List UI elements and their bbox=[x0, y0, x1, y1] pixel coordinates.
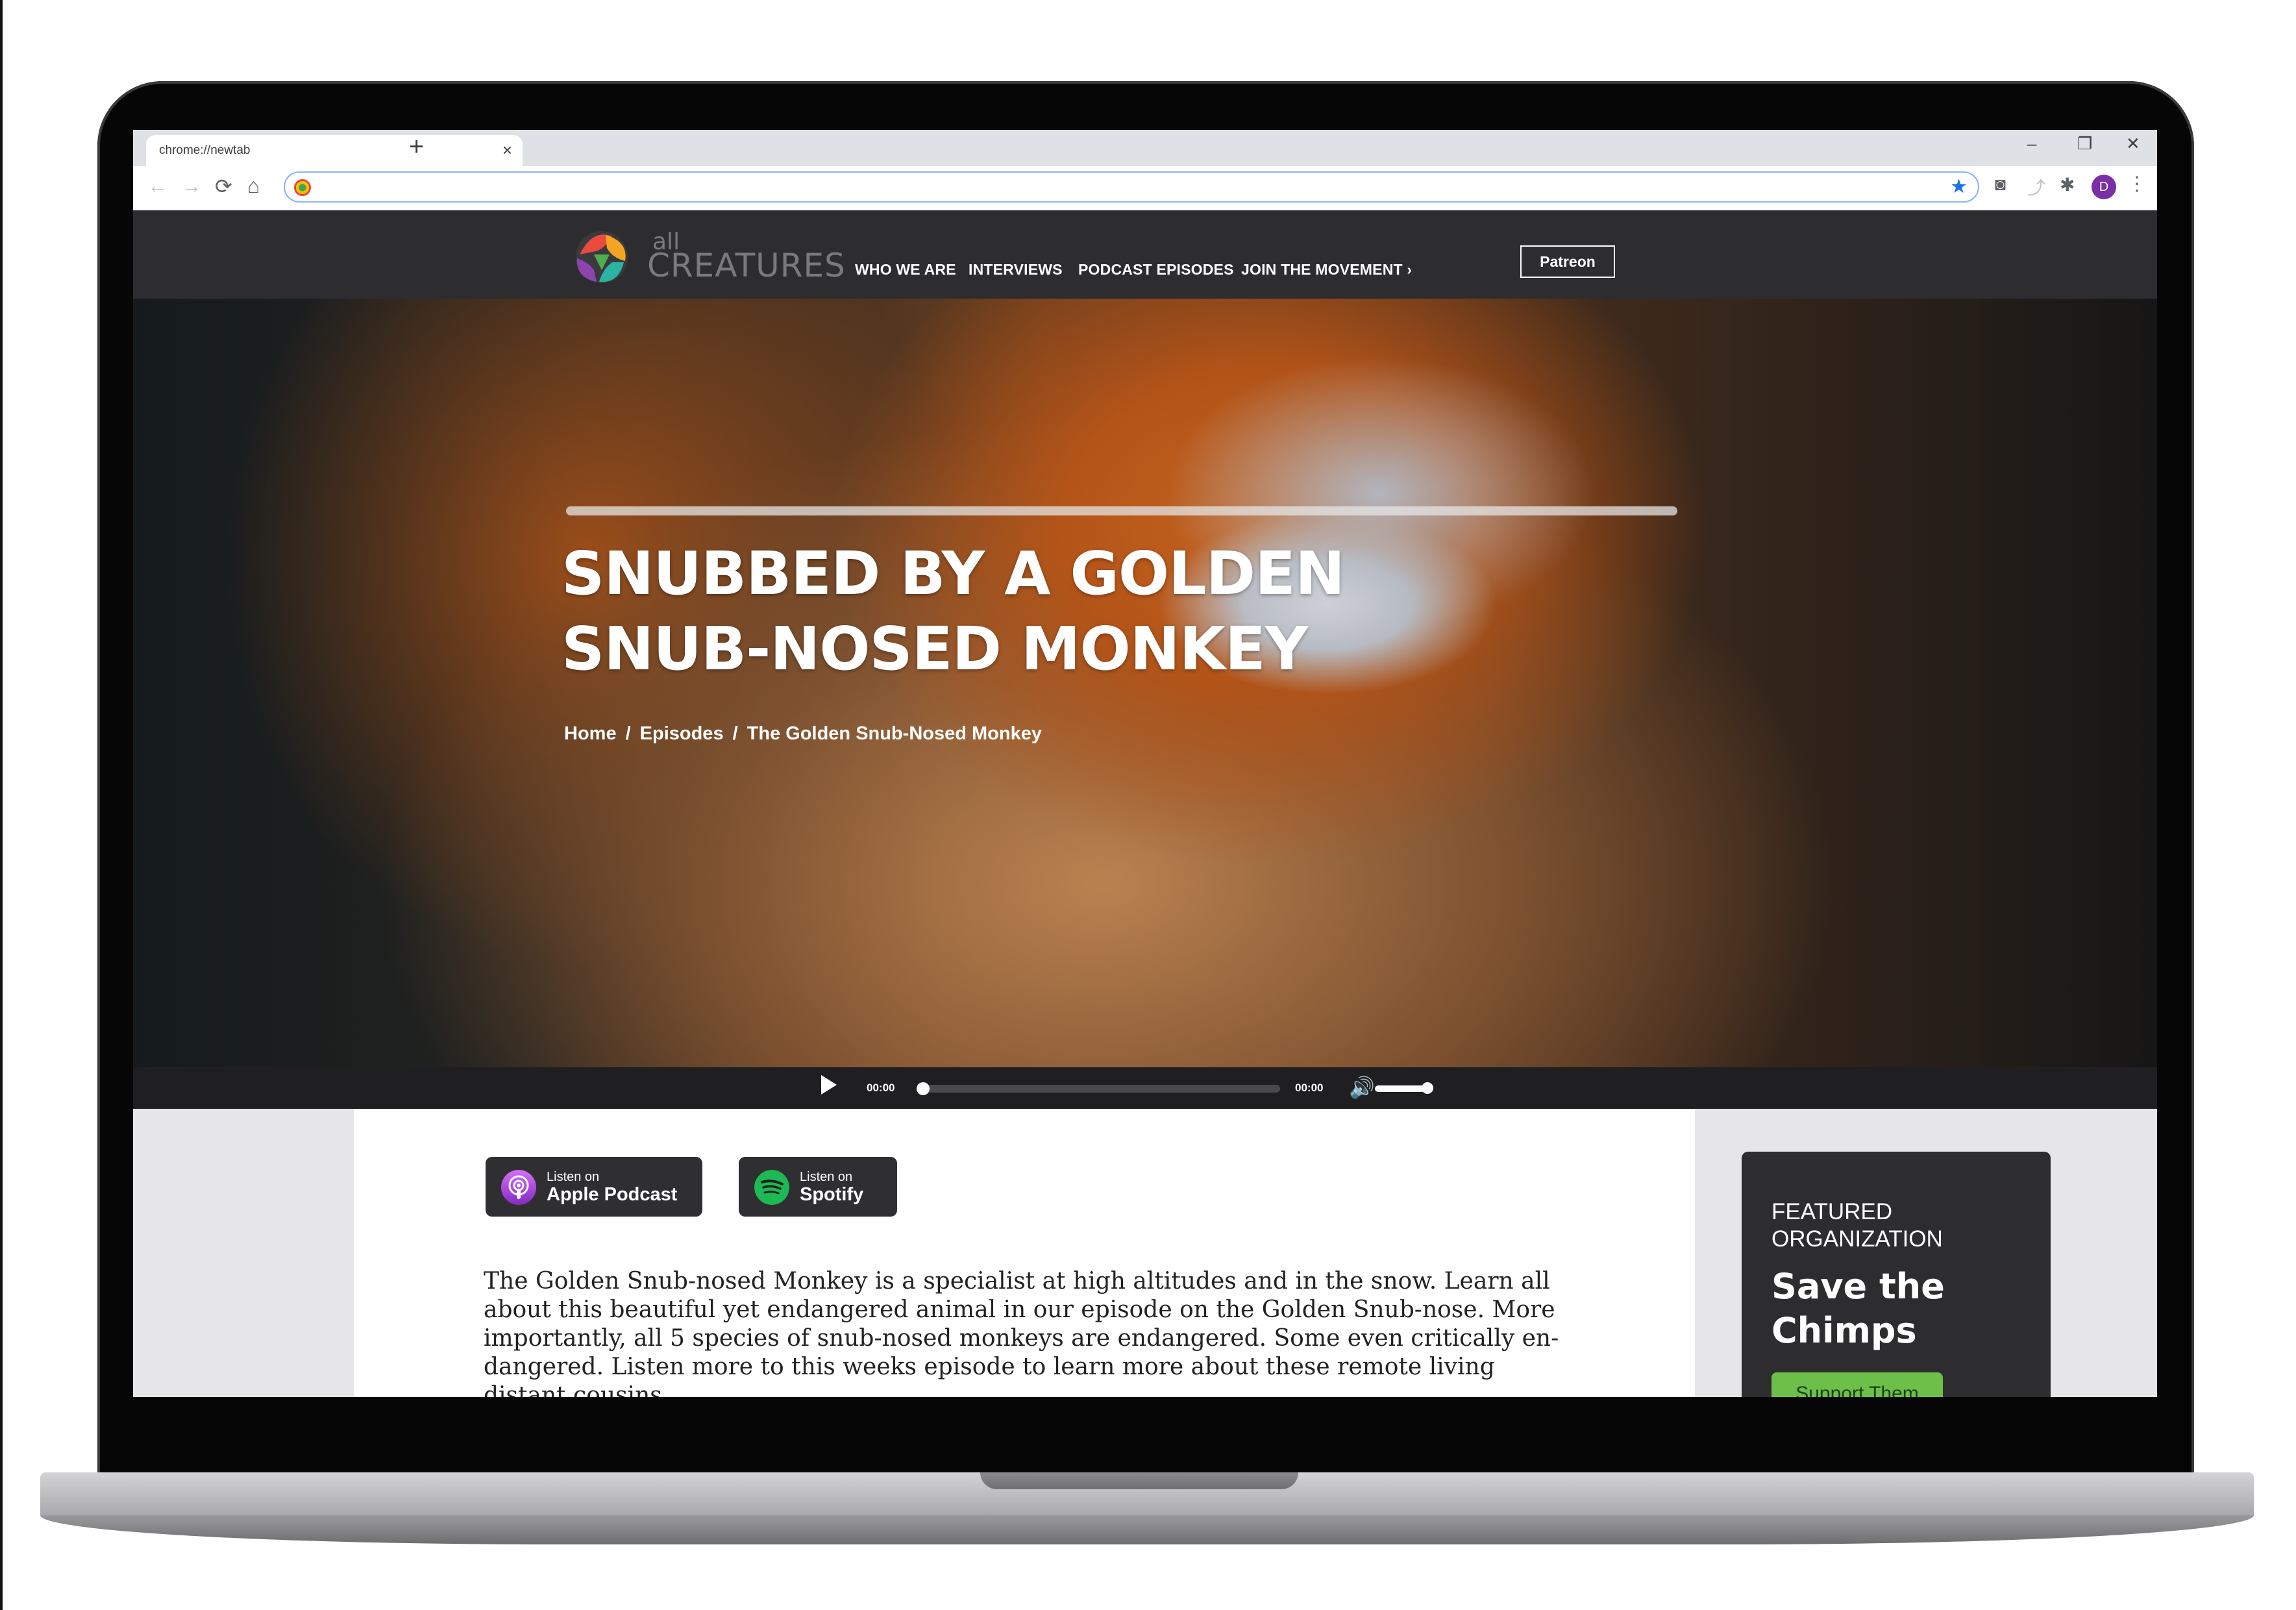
nav-podcast-episodes[interactable]: PODCAST EPISODES bbox=[1078, 261, 1234, 279]
duration: 00:00 bbox=[1295, 1082, 1324, 1094]
support-them-button[interactable]: Support Them bbox=[1771, 1372, 1943, 1397]
address-input[interactable] bbox=[321, 177, 1921, 199]
back-icon[interactable]: ← bbox=[147, 174, 168, 198]
browser-tab-bar: chrome://newtab × + – ❐ ✕ bbox=[133, 130, 2157, 166]
home-icon[interactable]: ⌂ bbox=[247, 174, 260, 198]
bookmark-star-icon[interactable]: ★ bbox=[1950, 175, 1968, 198]
featured-organization-card: FEATURED ORGANIZATION Save the Chimps Su… bbox=[1742, 1152, 2051, 1397]
spotify-label: Spotify bbox=[800, 1184, 864, 1205]
apple-listen-on: Listen on bbox=[547, 1170, 600, 1184]
volume-slider[interactable] bbox=[1375, 1082, 1433, 1094]
seek-bar[interactable] bbox=[917, 1082, 1280, 1095]
tab-title: chrome://newtab bbox=[159, 143, 251, 157]
breadcrumb-episodes[interactable]: Episodes bbox=[640, 723, 724, 744]
episode-description: The Golden Snub-nosed Monkey is a specia… bbox=[484, 1268, 1559, 1397]
extension-arrow-icon[interactable]: ⤴ bbox=[2027, 174, 2045, 200]
featured-label: FEATURED ORGANIZATION bbox=[1771, 1199, 1943, 1252]
window-restore-icon[interactable]: ❐ bbox=[2077, 134, 2092, 154]
laptop-notch bbox=[980, 1472, 1298, 1489]
spotify-listen-on: Listen on bbox=[800, 1170, 853, 1184]
content-area: Listen on Apple Podcast Listen on Spotif… bbox=[133, 1109, 2157, 1397]
browser-tab[interactable]: chrome://newtab × bbox=[146, 135, 523, 166]
laptop-bottom bbox=[40, 1515, 2254, 1544]
browser-menu-icon[interactable]: ⋮ bbox=[2127, 173, 2147, 195]
volume-icon[interactable]: 🔊 bbox=[1349, 1075, 1375, 1100]
page-title: SNUBBED BY A GOLDEN SNUB-NOSED MONKEY bbox=[562, 536, 1470, 687]
logo-text[interactable]: CREATURES bbox=[647, 247, 846, 284]
volume-thumb[interactable] bbox=[1422, 1082, 1433, 1094]
new-tab-icon[interactable]: + bbox=[409, 132, 424, 162]
spotify-button[interactable]: Listen on Spotify bbox=[739, 1157, 897, 1217]
page-title-line-2: SNUB-NOSED MONKEY bbox=[562, 614, 1308, 684]
nav-interviews[interactable]: INTERVIEWS bbox=[969, 261, 1063, 279]
nav-who-we-are[interactable]: WHO WE ARE bbox=[855, 261, 956, 279]
browser-toolbar: ← → ⟳ ⌂ ★ ◙ ⤴ ✱ D ⋮ bbox=[133, 166, 2157, 212]
play-icon[interactable] bbox=[821, 1075, 837, 1095]
page-edge bbox=[0, 0, 3, 1610]
apple-podcast-icon bbox=[501, 1170, 536, 1205]
nav-join-the-movement[interactable]: JOIN THE MOVEMENT › bbox=[1241, 261, 1412, 279]
site-header: all CREATURES WHO WE ARE INTERVIEWS PODC… bbox=[133, 210, 2157, 299]
breadcrumb: Home / Episodes / The Golden Snub-Nosed Monk… bbox=[564, 723, 1042, 745]
hero-divider bbox=[566, 506, 1677, 515]
laptop-screen: chrome://newtab × + – ❐ ✕ ← → ⟳ ⌂ ★ ◙ ⤴ … bbox=[133, 130, 2157, 1397]
address-bar[interactable]: ★ bbox=[284, 171, 1979, 203]
reload-icon[interactable]: ⟳ bbox=[215, 174, 232, 199]
hero-image: SNUBBED BY A GOLDEN SNUB-NOSED MONKEY Hom… bbox=[133, 299, 2157, 1067]
window-minimize-icon[interactable]: – bbox=[2027, 134, 2036, 154]
current-time: 00:00 bbox=[867, 1082, 895, 1094]
breadcrumb-home[interactable]: Home bbox=[564, 723, 617, 744]
breadcrumb-separator: / bbox=[732, 723, 738, 744]
chrome-icon bbox=[294, 179, 311, 196]
extensions-puzzle-icon[interactable]: ✱ bbox=[2060, 174, 2075, 195]
featured-title: Save the Chimps bbox=[1771, 1266, 1945, 1351]
profile-avatar[interactable]: D bbox=[2092, 175, 2116, 199]
seek-thumb[interactable] bbox=[917, 1082, 930, 1095]
breadcrumb-current: The Golden Snub-Nosed Monkey bbox=[747, 723, 1042, 744]
apple-podcast-button[interactable]: Listen on Apple Podcast bbox=[486, 1157, 702, 1217]
audio-player: 00:00 00:00 🔊 bbox=[133, 1067, 2157, 1109]
breadcrumb-separator: / bbox=[625, 723, 631, 744]
patreon-button[interactable]: Patreon bbox=[1520, 245, 1615, 278]
apple-podcast-label: Apple Podcast bbox=[547, 1184, 678, 1205]
tab-close-icon[interactable]: × bbox=[502, 140, 512, 160]
window-close-icon[interactable]: ✕ bbox=[2126, 134, 2140, 154]
creatures-logo-icon[interactable] bbox=[567, 222, 637, 292]
pocket-icon[interactable]: ◙ bbox=[1995, 174, 2006, 195]
spotify-icon bbox=[754, 1170, 789, 1205]
page-title-line-1: SNUBBED BY A GOLDEN bbox=[562, 539, 1345, 608]
forward-icon[interactable]: → bbox=[181, 174, 202, 198]
